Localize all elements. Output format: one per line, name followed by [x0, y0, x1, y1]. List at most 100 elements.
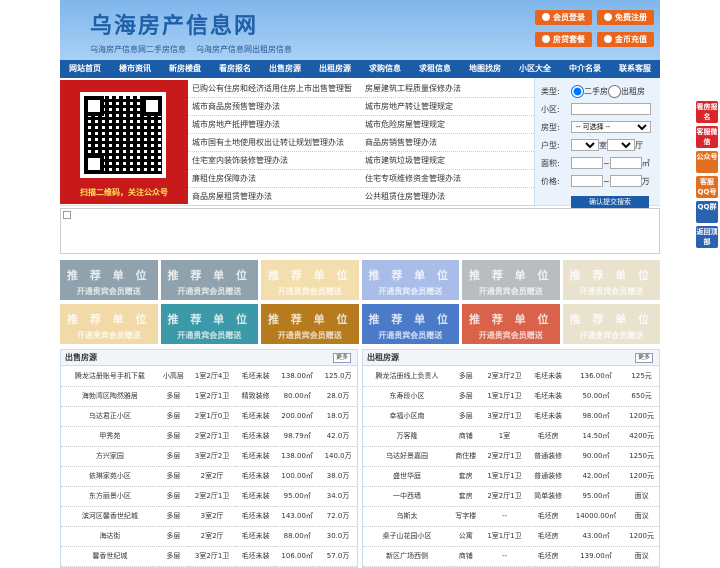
area-max[interactable] [609, 157, 642, 169]
nav-item[interactable]: 地图找房 [460, 60, 510, 78]
recommend-slot[interactable]: 推 荐 单 位开通贵宾会员赠送 [160, 260, 258, 300]
table-row[interactable]: 万客隆 商铺 1室 毛坯房 14.50㎡ 4200元 [363, 426, 659, 447]
room-select[interactable] [571, 139, 599, 151]
policy-link[interactable]: 廉租住房保障办法 [188, 170, 361, 188]
policy-link[interactable]: 商品房屋租赁管理办法 [188, 188, 361, 206]
policy-link[interactable]: 城市房地产抵押管理办法 [188, 116, 361, 134]
price-min[interactable] [571, 175, 603, 187]
side-button[interactable]: 公众号 [696, 151, 718, 173]
nav-item[interactable]: 求租信息 [410, 60, 460, 78]
side-button[interactable]: 客服微信 [696, 126, 718, 148]
recommend-slot[interactable]: 推 荐 单 位开通贵宾会员赠送 [60, 304, 158, 344]
recommend-slot[interactable]: 推 荐 单 位开通贵宾会员赠送 [462, 304, 560, 344]
table-row[interactable]: 乌达君正小区 多层 2室1厅0卫 毛坯未装 200.00㎡ 18.0万 [61, 406, 357, 427]
side-button[interactable]: 返回顶部 [696, 226, 718, 248]
table-row[interactable]: 桌子山花园小区 公寓 1室1厅1卫 毛坯房 43.00㎡ 1200元 [363, 526, 659, 547]
policy-link[interactable]: 城市国有土地使用权出让转让规划管理办法 [188, 134, 361, 152]
policy-link[interactable]: 城市商品房预售管理办法 [188, 98, 361, 116]
package-button[interactable]: 房贷套餐 [535, 32, 592, 47]
recommend-subtitle: 开通贵宾会员赠送 [378, 287, 443, 296]
cell: 毛坯未装 [236, 486, 276, 507]
nav-item[interactable]: 联系客服 [610, 60, 660, 78]
policy-link[interactable]: 商品房销售管理办法 [361, 134, 534, 152]
recommend-slot[interactable]: 推 荐 单 位开通贵宾会员赠送 [562, 304, 660, 344]
recommend-slot[interactable]: 推 荐 单 位开通贵宾会员赠送 [261, 260, 359, 300]
nav-item[interactable]: 新房楼盘 [160, 60, 210, 78]
policy-link[interactable]: 城市危险房屋管理规定 [361, 116, 534, 134]
table-row[interactable]: 海勃湾区陶然雅居 多层 1室2厅1卫 精致装修 80.00㎡ 28.0万 [61, 386, 357, 407]
cell: 57.0万 [319, 546, 357, 567]
recommend-subtitle: 开通贵宾会员赠送 [76, 287, 141, 296]
side-button[interactable]: QQ群 [696, 201, 718, 223]
policy-link[interactable]: 住宅室内装饰装修管理办法 [188, 152, 361, 170]
nav-item[interactable]: 楼市资讯 [110, 60, 160, 78]
recommend-slot[interactable]: 推 荐 单 位开通贵宾会员赠送 [160, 304, 258, 344]
recommended-units: 推 荐 单 位开通贵宾会员赠送推 荐 单 位开通贵宾会员赠送推 荐 单 位开通贵… [60, 260, 660, 344]
recommend-slot[interactable]: 推 荐 单 位开通贵宾会员赠送 [462, 260, 560, 300]
table-row[interactable]: 海达街 多层 2室2厅 毛坯未装 88.00㎡ 30.0万 [61, 526, 357, 547]
radio-rent[interactable] [608, 84, 621, 98]
house-type-select[interactable]: -- 可选择 -- [571, 121, 651, 133]
table-row[interactable]: 依琳家苑小区 多层 2室2厅 毛坯未装 100.00㎡ 38.0万 [61, 466, 357, 487]
recommend-subtitle: 开通贵宾会员赠送 [277, 331, 342, 340]
side-button[interactable]: 看房报名 [696, 101, 718, 123]
table-row[interactable]: 东寿段小区 多层 1室1厅1卫 毛坯未装 50.00㎡ 650元 [363, 386, 659, 407]
table-row[interactable]: 盛世华庭 套房 1室1厅1卫 普通装修 42.00㎡ 1200元 [363, 466, 659, 487]
nav-item[interactable]: 网站首页 [60, 60, 110, 78]
table-row[interactable]: 馨香世纪城 多层 3室2厅1卫 毛坯未装 106.00㎡ 57.0万 [61, 546, 357, 567]
nav-item[interactable]: 中介名录 [560, 60, 610, 78]
nav-item[interactable]: 出售房源 [260, 60, 310, 78]
table-row[interactable]: 新区广场西侧 商铺 -- 毛坯房 139.00㎡ 面议 [363, 546, 659, 567]
policy-links-right: 房屋建筑工程质量保修办法 城市房地产转让管理规定 城市危险房屋管理规定 商品房销售管理… [361, 80, 534, 206]
recommend-slot[interactable]: 推 荐 单 位开通贵宾会员赠送 [261, 304, 359, 344]
cell: 139.00㎡ [567, 546, 625, 567]
table-row[interactable]: 乌斯太 写字楼 -- 毛坯房 14000.00㎡ 面议 [363, 506, 659, 527]
hall-select[interactable] [607, 139, 635, 151]
recommend-subtitle: 开通贵宾会员赠送 [478, 331, 543, 340]
table-row[interactable]: 东方丽景小区 多层 2室2厅1卫 毛坯未装 95.00㎡ 34.0万 [61, 486, 357, 507]
cell: 桌子山花园小区 [363, 526, 452, 547]
table-row[interactable]: 幸福小区南 多层 3室2厅1卫 毛坯未装 98.00㎡ 1200元 [363, 406, 659, 427]
table-row[interactable]: 乌达好景嘉园 商住楼 2室2厅1卫 普通装修 90.00㎡ 1250元 [363, 446, 659, 467]
cell: 毛坯未装 [236, 466, 276, 487]
rent-more-button[interactable]: 更多 [634, 353, 653, 363]
table-row[interactable]: 一中西墙 套房 2室2厅1卫 简单装修 95.00㎡ 面议 [363, 486, 659, 507]
table-row[interactable]: 滨河区馨香世纪城 多层 3室2厅 毛坯未装 143.00㎡ 72.0万 [61, 506, 357, 527]
nav-item[interactable]: 看房报名 [210, 60, 260, 78]
community-input[interactable] [571, 103, 651, 115]
side-button[interactable]: 客服QQ号 [696, 176, 718, 198]
policy-link[interactable]: 城市房地产转让管理规定 [361, 98, 534, 116]
policy-link[interactable]: 住宅专项维修资金管理办法 [361, 170, 534, 188]
cell: 140.0万 [319, 446, 357, 467]
recommend-slot[interactable]: 推 荐 单 位开通贵宾会员赠送 [562, 260, 660, 300]
cell: 30.0万 [319, 526, 357, 547]
recommend-title: 推 荐 单 位 [569, 313, 653, 326]
policy-link[interactable]: 已购公有住房和经济适用住房上市出售管理暂 [188, 80, 361, 98]
policy-link[interactable]: 公共租赁住房管理办法 [361, 188, 534, 206]
site-title: 乌海房产信息网 [90, 14, 259, 39]
sale-more-button[interactable]: 更多 [332, 353, 351, 363]
sale-list-title: 出售房源 [65, 353, 97, 362]
area-min[interactable] [571, 157, 603, 169]
register-button[interactable]: 免费注册 [597, 10, 654, 25]
policy-link[interactable]: 房屋建筑工程质量保修办法 [361, 80, 534, 98]
recommend-slot[interactable]: 推 荐 单 位开通贵宾会员赠送 [361, 304, 459, 344]
table-row[interactable]: 方兴家园 多层 3室2厅2卫 毛坯未装 138.00㎡ 140.0万 [61, 446, 357, 467]
ad-banner[interactable] [60, 208, 660, 254]
price-max[interactable] [609, 175, 642, 187]
policy-link[interactable]: 城市建筑垃圾管理规定 [361, 152, 534, 170]
radio-sale[interactable] [571, 84, 584, 98]
recommend-slot[interactable]: 推 荐 单 位开通贵宾会员赠送 [361, 260, 459, 300]
nav-item[interactable]: 出租房源 [310, 60, 360, 78]
cell: 商住楼 [451, 446, 481, 467]
nav-item[interactable]: 小区大全 [510, 60, 560, 78]
recommend-slot[interactable]: 推 荐 单 位开通贵宾会员赠送 [60, 260, 158, 300]
cell: 2室2厅1卫 [188, 426, 237, 447]
login-button[interactable]: 会员登录 [535, 10, 592, 25]
recharge-button[interactable]: 金币充值 [597, 32, 654, 47]
nav-item[interactable]: 求购信息 [360, 60, 410, 78]
qr-code-banner: 扫描二维码，关注公众号 [60, 80, 188, 204]
table-row[interactable]: 甲秀苑 多层 2室2厅1卫 毛坯未装 98.79㎡ 42.0万 [61, 426, 357, 447]
table-row[interactable]: 腾龙沽册账号手机下载 小高层 1室2厅4卫 毛坯未装 138.00㎡ 125.0万 [61, 366, 357, 387]
table-row[interactable]: 腾龙沽册线上负责人 多层 2室3厅2卫 毛坯未装 136.00㎡ 125元 [363, 366, 659, 387]
